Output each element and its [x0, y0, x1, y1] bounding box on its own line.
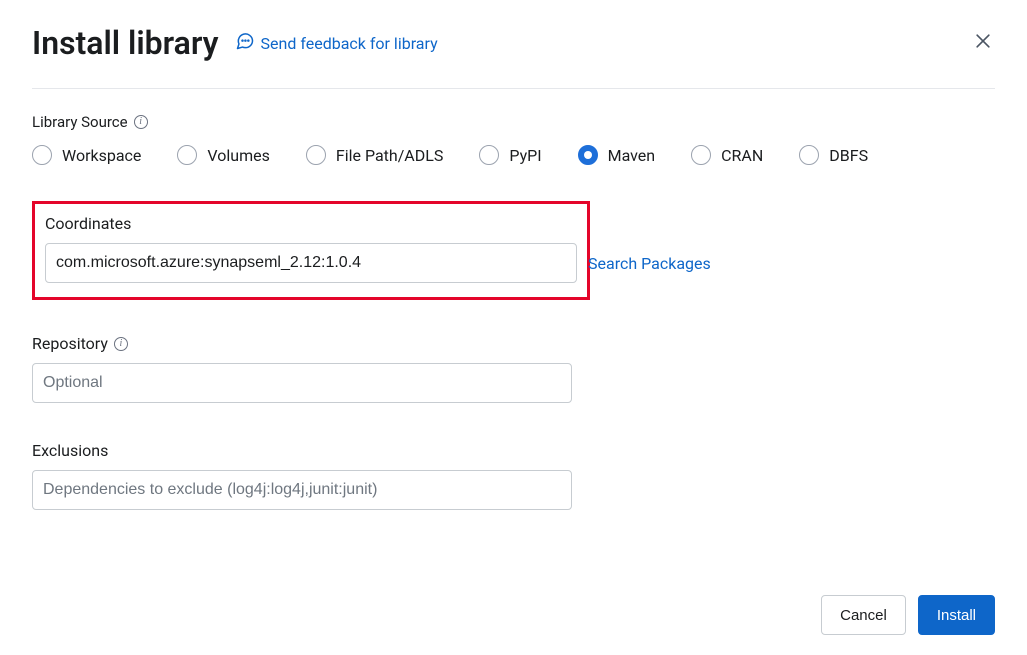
exclusions-input[interactable]	[32, 470, 572, 510]
library-source-radio-group: Workspace Volumes File Path/ADLS PyPI Ma…	[32, 145, 995, 165]
exclusions-field-group: Exclusions	[32, 441, 572, 510]
coordinates-highlight-box: Coordinates	[32, 201, 590, 300]
radio-file-path-adls[interactable]: File Path/ADLS	[306, 145, 444, 165]
radio-button-icon	[32, 145, 52, 165]
radio-button-icon	[578, 145, 598, 165]
search-packages-link[interactable]: Search Packages	[588, 254, 711, 273]
radio-button-icon	[691, 145, 711, 165]
radio-workspace[interactable]: Workspace	[32, 145, 141, 165]
chat-bubble-icon	[235, 31, 255, 55]
exclusions-label: Exclusions	[32, 441, 572, 460]
dialog-footer: Cancel Install	[821, 595, 995, 635]
info-icon[interactable]: i	[134, 115, 148, 129]
radio-cran[interactable]: CRAN	[691, 145, 763, 165]
coordinates-input[interactable]	[45, 243, 577, 283]
radio-button-icon	[177, 145, 197, 165]
dialog-title: Install library	[32, 24, 219, 62]
install-library-dialog: Install library Send feedback for librar…	[0, 0, 1027, 655]
radio-dbfs[interactable]: DBFS	[799, 145, 868, 165]
repository-label: Repository i	[32, 334, 572, 353]
radio-volumes[interactable]: Volumes	[177, 145, 269, 165]
radio-pypi[interactable]: PyPI	[479, 145, 541, 165]
repository-input[interactable]	[32, 363, 572, 403]
dialog-header: Install library Send feedback for librar…	[32, 24, 995, 62]
radio-button-icon	[306, 145, 326, 165]
close-icon	[973, 31, 993, 54]
header-divider	[32, 88, 995, 89]
install-button[interactable]: Install	[918, 595, 995, 635]
radio-button-icon	[479, 145, 499, 165]
coordinates-label: Coordinates	[45, 214, 577, 233]
send-feedback-link[interactable]: Send feedback for library	[235, 31, 438, 55]
close-button[interactable]	[971, 30, 995, 54]
radio-button-icon	[799, 145, 819, 165]
library-source-label: Library Source i	[32, 113, 995, 131]
radio-maven[interactable]: Maven	[578, 145, 656, 165]
cancel-button[interactable]: Cancel	[821, 595, 906, 635]
repository-field-group: Repository i	[32, 334, 572, 403]
feedback-link-label: Send feedback for library	[261, 34, 438, 53]
info-icon[interactable]: i	[114, 337, 128, 351]
